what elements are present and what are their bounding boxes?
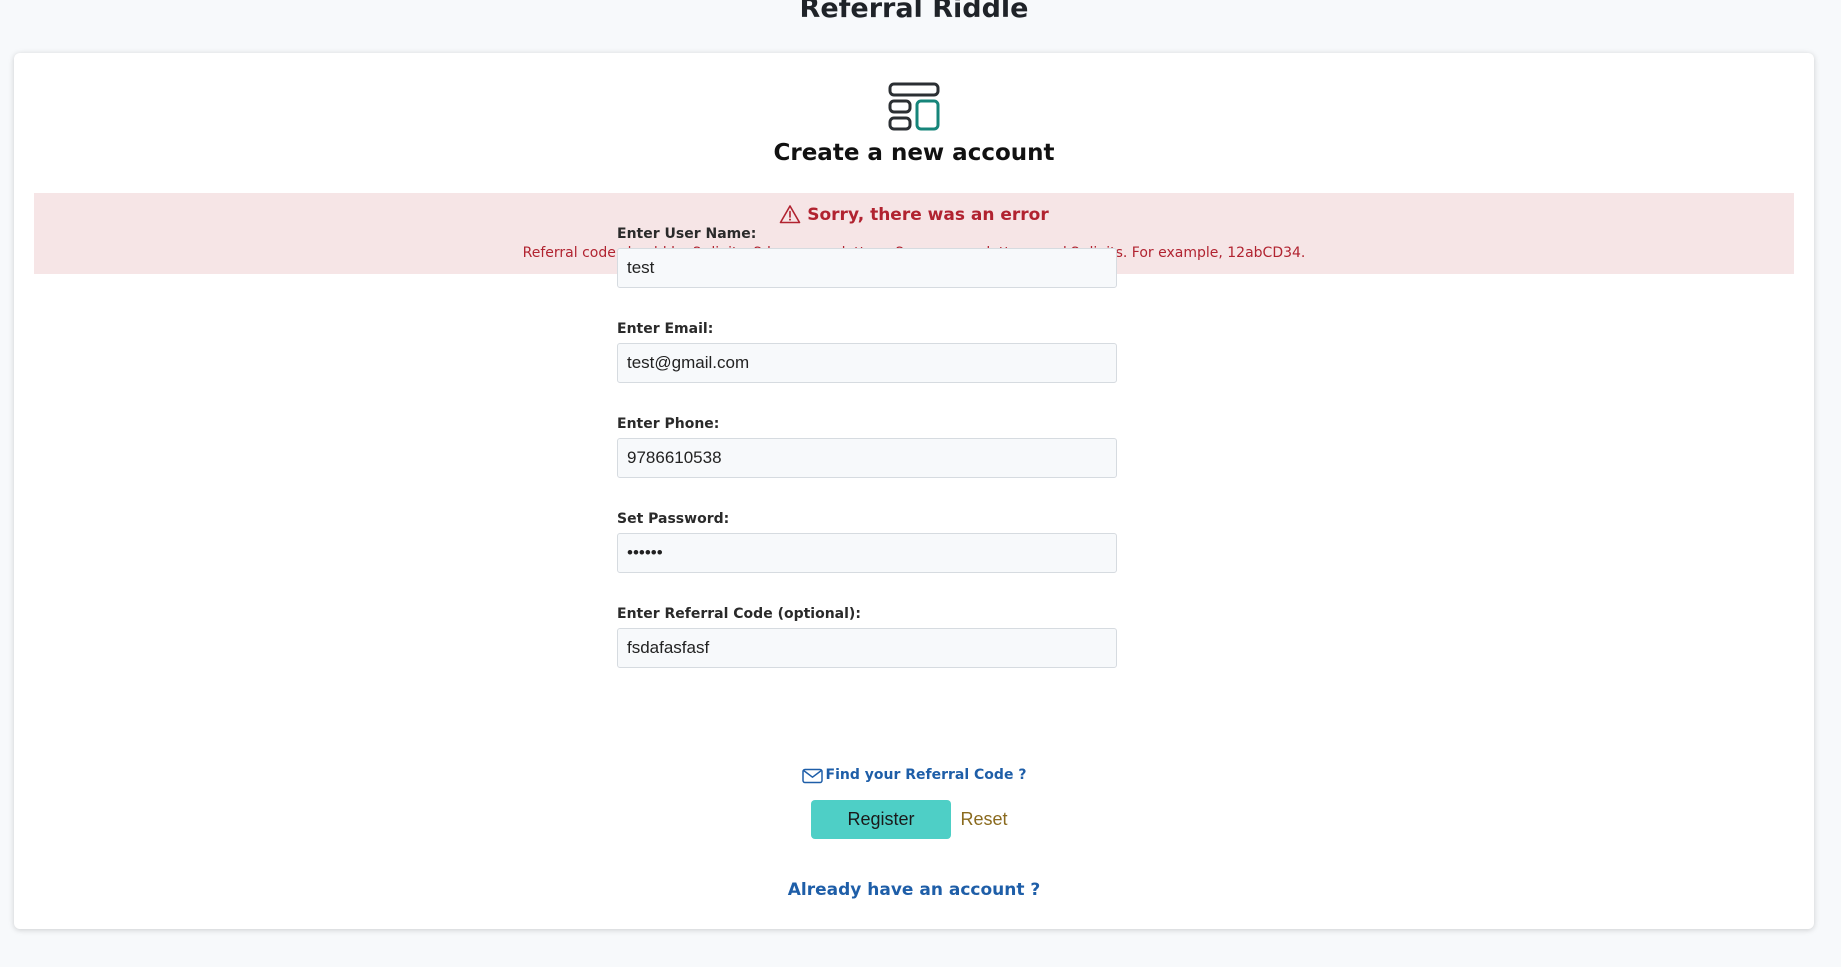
email-label: Enter Email: [617, 321, 714, 337]
find-referral-label: Find your Referral Code ? [825, 767, 1027, 783]
phone-input[interactable] [617, 438, 1117, 478]
username-input[interactable] [617, 248, 1117, 288]
app-title: Referral Riddle [799, 0, 1029, 24]
envelope-icon [801, 768, 823, 784]
error-title: Sorry, there was an error [807, 205, 1049, 225]
register-card: Create a new account Sorry, there was an… [14, 53, 1814, 929]
username-field-group: Enter User Name: [617, 225, 1117, 288]
password-label: Set Password: [617, 511, 730, 527]
find-referral-row: Find your Referral Code ? [0, 765, 1828, 785]
email-input[interactable] [617, 343, 1117, 383]
warning-triangle-icon [779, 205, 801, 224]
phone-field-group: Enter Phone: [617, 415, 1117, 478]
password-input[interactable] [617, 533, 1117, 573]
error-title-row: Sorry, there was an error [34, 203, 1794, 227]
login-link-row: Already have an account ? [0, 878, 1828, 902]
referral-code-label: Enter Referral Code (optional): [617, 606, 861, 622]
find-referral-link[interactable]: Find your Referral Code ? [801, 765, 1027, 785]
reset-button[interactable]: Reset [951, 800, 1017, 839]
register-button[interactable]: Register [811, 800, 951, 839]
username-label: Enter User Name: [617, 226, 757, 242]
password-field-group: Set Password: [617, 510, 1117, 573]
referral-code-field-group: Enter Referral Code (optional): [617, 605, 1117, 668]
referral-code-input[interactable] [617, 628, 1117, 668]
card-heading: Create a new account [773, 140, 1055, 166]
layout-icon [888, 82, 940, 131]
phone-label: Enter Phone: [617, 416, 720, 432]
email-field-group: Enter Email: [617, 320, 1117, 383]
already-have-account-link[interactable]: Already have an account ? [788, 880, 1041, 900]
